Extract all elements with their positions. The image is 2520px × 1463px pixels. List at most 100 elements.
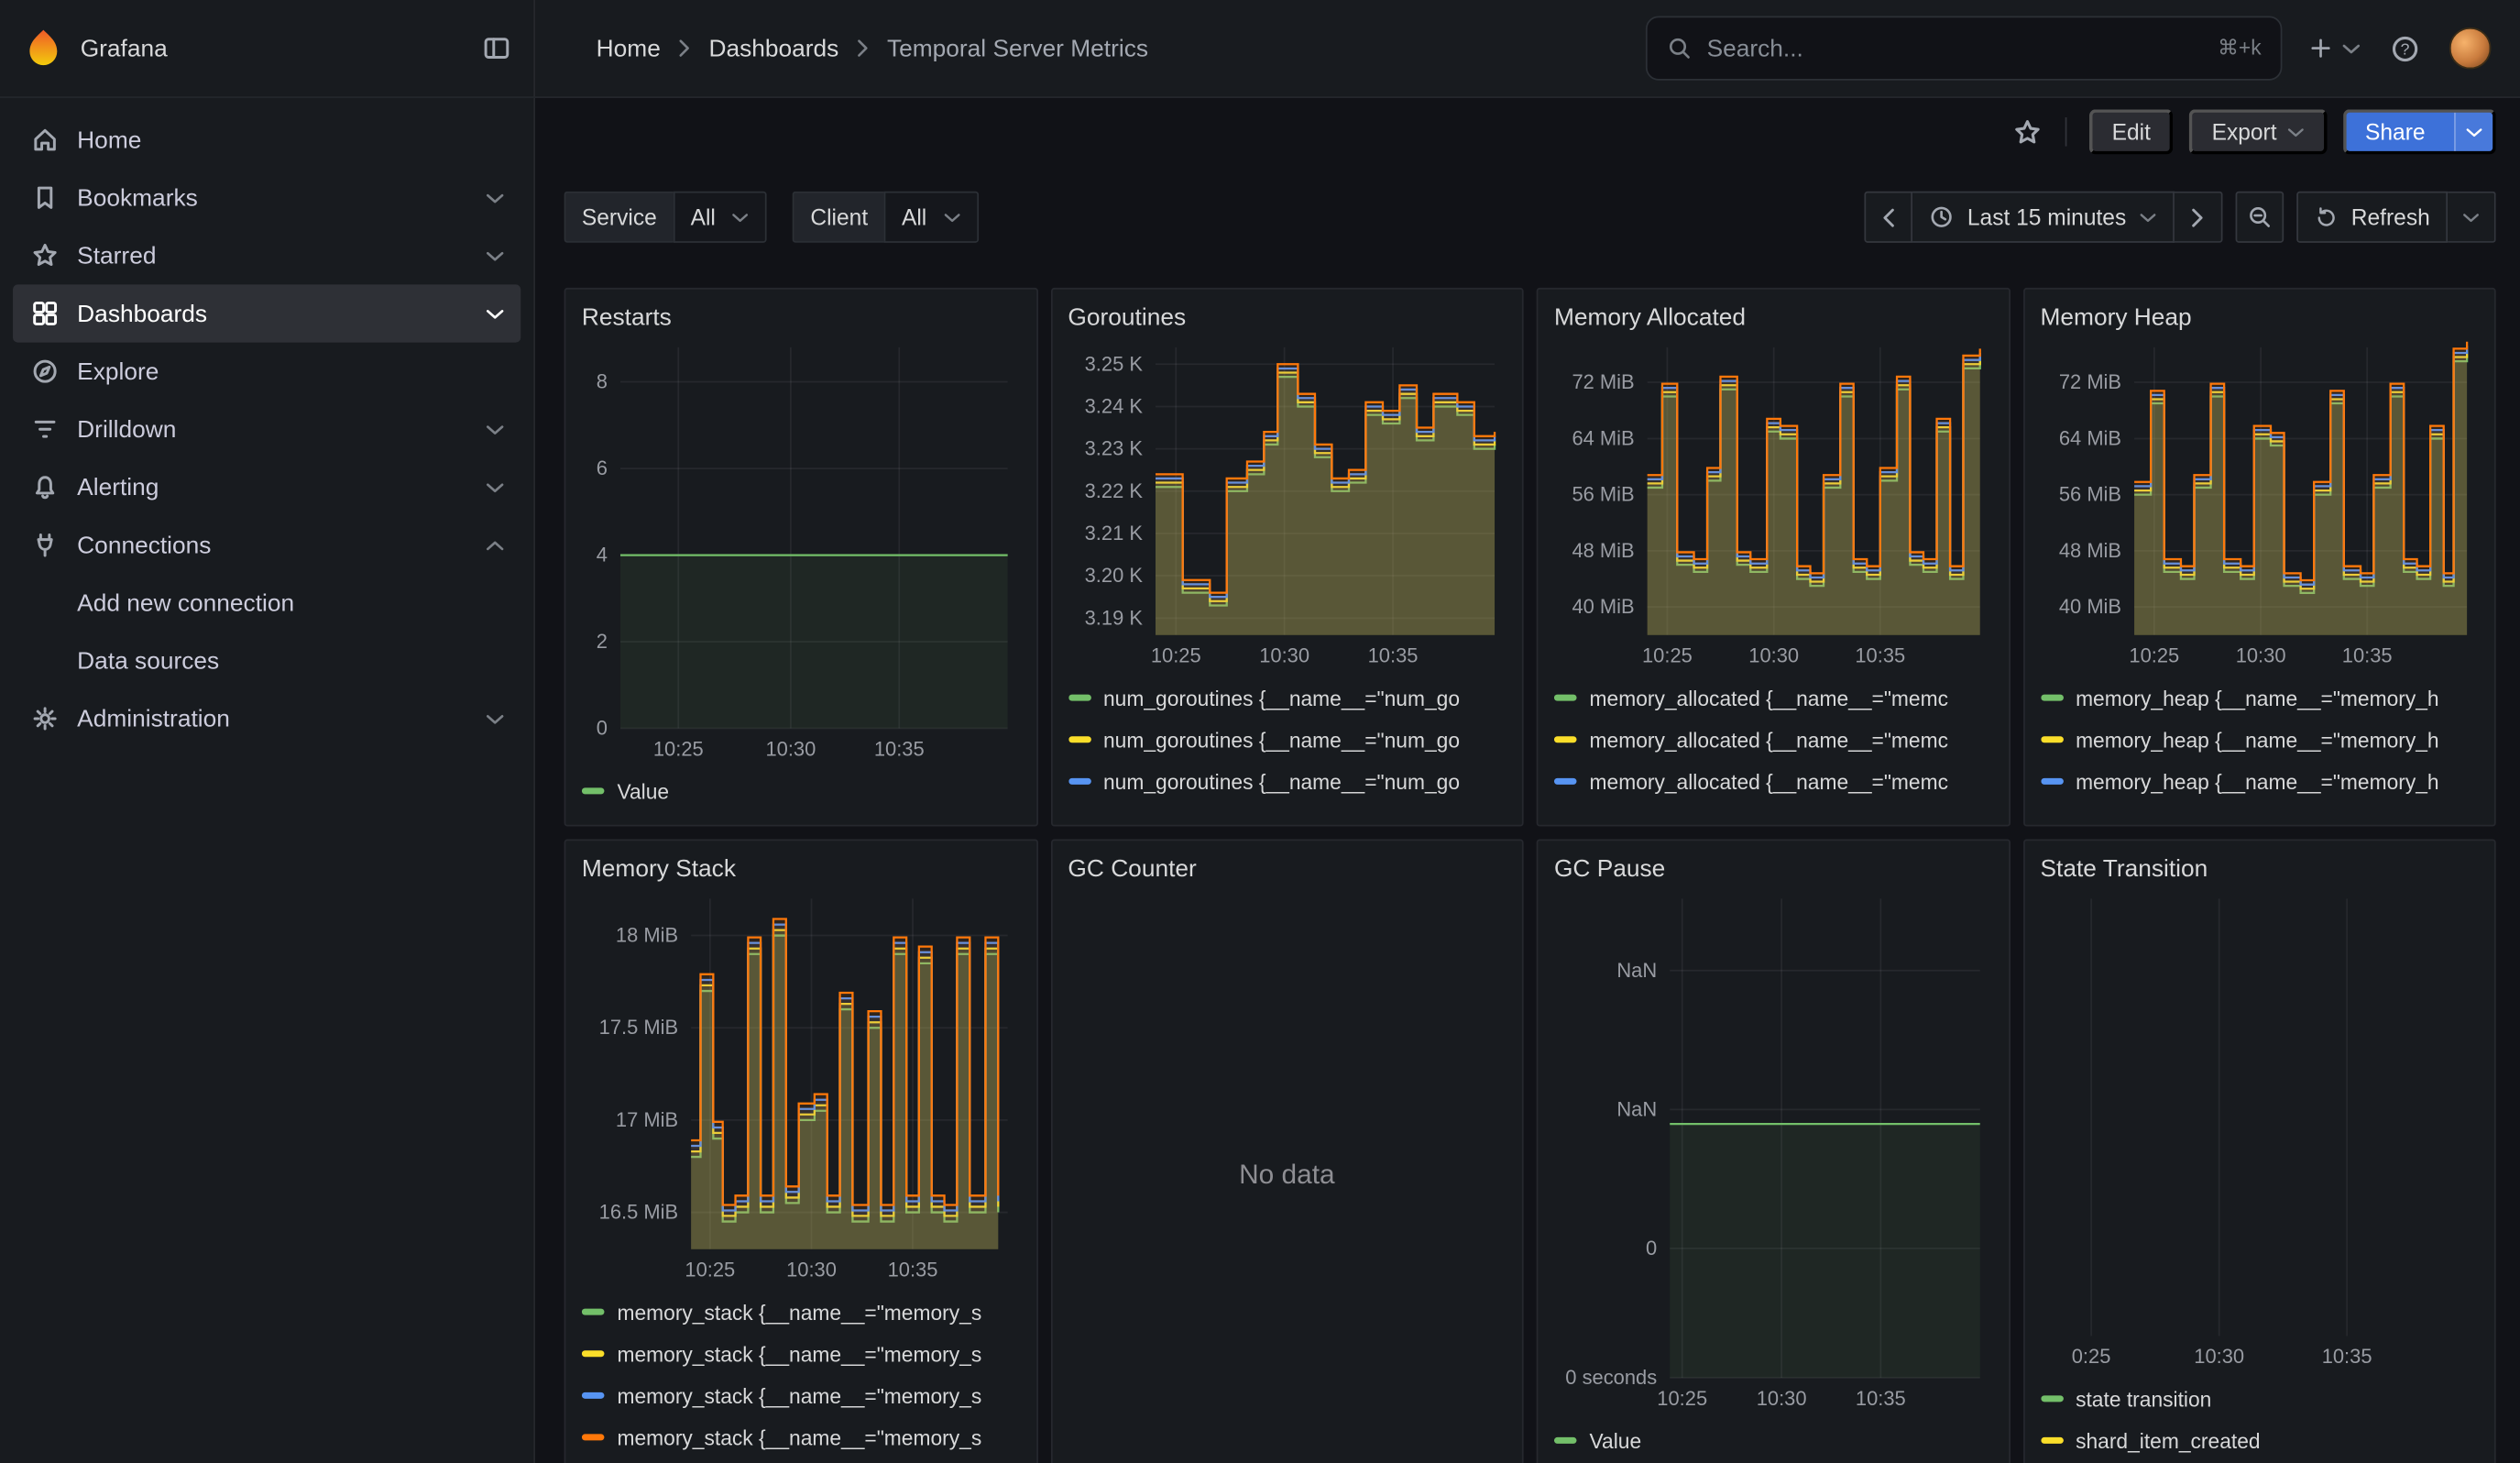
panel-state-transition: State Transition 0:2510:3010:35 state tr… bbox=[2022, 839, 2496, 1463]
refresh-button[interactable]: Refresh bbox=[2296, 192, 2448, 243]
panel-title[interactable]: Memory Stack bbox=[582, 851, 1020, 889]
svg-text:3.22 K: 3.22 K bbox=[1084, 479, 1143, 502]
grafana-logo-icon[interactable] bbox=[23, 28, 65, 70]
search-input[interactable] bbox=[1707, 35, 2204, 62]
panel-title[interactable]: Memory Heap bbox=[2040, 299, 2478, 337]
gc-pause-chart[interactable]: NaNNaN00 seconds10:2510:3010:35 bbox=[1554, 889, 1992, 1414]
user-avatar[interactable] bbox=[2449, 28, 2492, 70]
series-color-swatch bbox=[582, 1350, 605, 1357]
sidebar-item-dashboards[interactable]: Dashboards bbox=[13, 284, 520, 342]
goroutines-chart[interactable]: 3.25 K3.24 K3.23 K3.22 K3.21 K3.20 K3.19… bbox=[1068, 337, 1506, 670]
panel-title[interactable]: Goroutines bbox=[1068, 299, 1506, 337]
series-color-swatch bbox=[2040, 736, 2063, 742]
panel-title[interactable]: GC Counter bbox=[1068, 851, 1506, 889]
memory-stack-chart[interactable]: 18 MiB17.5 MiB17 MiB16.5 MiB10:2510:3010… bbox=[582, 889, 1020, 1284]
sidebar-toggle-icon[interactable] bbox=[482, 34, 511, 63]
legend-item[interactable]: Value bbox=[582, 770, 1020, 812]
legend: Value bbox=[582, 764, 1020, 812]
svg-text:10:25: 10:25 bbox=[1150, 644, 1200, 667]
legend-item[interactable]: memory_heap {__name__="memory_h bbox=[2040, 719, 2478, 761]
export-button[interactable]: Export bbox=[2189, 109, 2327, 154]
sidebar-item-starred[interactable]: Starred bbox=[13, 226, 520, 284]
body-row: Home Bookmarks Starred Dashboards Explor… bbox=[0, 98, 2520, 1463]
memory-allocated-chart[interactable]: 72 MiB64 MiB56 MiB48 MiB40 MiB10:2510:30… bbox=[1554, 337, 1992, 670]
zoom-out-button[interactable] bbox=[2236, 192, 2284, 243]
search-box[interactable]: ⌘+k bbox=[1646, 16, 2283, 81]
legend-item[interactable]: memory_stack {__name__="memory_s bbox=[582, 1375, 1020, 1417]
dashboard-toolbar: Edit Export Share bbox=[535, 98, 2520, 156]
legend-item[interactable]: memory_stack {__name__="memory_s bbox=[582, 1416, 1020, 1458]
legend-item[interactable]: num_goroutines {__name__="num_go bbox=[1068, 761, 1506, 803]
legend-item[interactable]: memory_stack {__name__="memory_s bbox=[582, 1291, 1020, 1333]
svg-text:2: 2 bbox=[597, 630, 608, 653]
sidebar-item-add-new-connection[interactable]: Add new connection bbox=[13, 574, 520, 632]
state-transition-chart[interactable]: 0:2510:3010:35 bbox=[2040, 889, 2478, 1371]
sidebar-item-home[interactable]: Home bbox=[13, 111, 520, 169]
legend-item[interactable]: memory_allocated {__name__="memc bbox=[1554, 719, 1992, 761]
legend-item[interactable]: memory_allocated {__name__="memc bbox=[1554, 802, 1992, 812]
svg-text:10:25: 10:25 bbox=[1642, 644, 1693, 667]
panel-title[interactable]: GC Pause bbox=[1554, 851, 1992, 889]
legend-label: memory_stack {__name__="memory_s bbox=[617, 1342, 981, 1366]
legend-item[interactable]: Value bbox=[1554, 1420, 1992, 1462]
legend-item[interactable]: memory_heap {__name__="memory_h bbox=[2040, 761, 2478, 803]
legend: Value bbox=[1554, 1414, 1992, 1462]
restarts-chart[interactable]: 8642010:2510:3010:35 bbox=[582, 337, 1020, 764]
sidebar-item-data-sources[interactable]: Data sources bbox=[13, 632, 520, 689]
chevron-down-icon bbox=[486, 308, 505, 319]
legend-item[interactable]: state transition bbox=[2040, 1378, 2478, 1420]
chart-svg: 0:2510:3010:35 bbox=[2040, 889, 2479, 1371]
breadcrumb-current-page: Temporal Server Metrics bbox=[887, 35, 1148, 62]
legend-item[interactable]: memory_heap {__name__="memory_h bbox=[2040, 802, 2478, 812]
svg-text:16.5 MiB: 16.5 MiB bbox=[599, 1201, 678, 1224]
svg-text:40 MiB: 40 MiB bbox=[2058, 595, 2120, 618]
nav-left: Grafana bbox=[0, 0, 535, 96]
share-button[interactable]: Share bbox=[2342, 109, 2495, 154]
svg-text:18 MiB: 18 MiB bbox=[616, 924, 678, 947]
legend-item[interactable]: memory_allocated {__name__="memc bbox=[1554, 676, 1992, 719]
sidebar-item-drilldown[interactable]: Drilldown bbox=[13, 401, 520, 458]
legend-item[interactable]: num_goroutines {__name__="num_go bbox=[1068, 802, 1506, 812]
chart-svg: 72 MiB64 MiB56 MiB48 MiB40 MiB10:2510:30… bbox=[1554, 337, 1993, 670]
svg-text:10:25: 10:25 bbox=[1657, 1387, 1707, 1410]
legend-item[interactable]: memory_stack {__name__="memory_s bbox=[582, 1333, 1020, 1375]
legend-label: memory_heap {__name__="memory_h bbox=[2076, 769, 2439, 793]
memory-heap-chart[interactable]: 72 MiB64 MiB56 MiB48 MiB40 MiB10:2510:30… bbox=[2040, 337, 2478, 670]
sidebar-item-connections[interactable]: Connections bbox=[13, 516, 520, 574]
panel-goroutines: Goroutines 3.25 K3.24 K3.23 K3.22 K3.21 … bbox=[1050, 288, 1524, 827]
chevron-down-icon bbox=[943, 212, 960, 223]
sidebar-item-bookmarks[interactable]: Bookmarks bbox=[13, 169, 520, 226]
favorite-star-icon[interactable] bbox=[2012, 116, 2043, 147]
help-icon[interactable]: ? bbox=[2390, 33, 2420, 63]
legend-item[interactable]: memory_heap {__name__="memory_h bbox=[2040, 676, 2478, 719]
edit-button[interactable]: Edit bbox=[2089, 109, 2173, 154]
legend-item[interactable]: num_goroutines {__name__="num_go bbox=[1068, 719, 1506, 761]
panel-title[interactable]: Restarts bbox=[582, 299, 1020, 337]
sidebar-item-alerting[interactable]: Alerting bbox=[13, 458, 520, 516]
legend-item[interactable]: memory_allocated {__name__="memc bbox=[1554, 761, 1992, 803]
breadcrumb-dashboards[interactable]: Dashboards bbox=[708, 35, 838, 62]
time-controls: Last 15 minutes bbox=[1865, 192, 2496, 243]
series-color-swatch bbox=[1068, 736, 1090, 742]
sidebar-item-explore[interactable]: Explore bbox=[13, 343, 520, 401]
sidebar-item-administration[interactable]: Administration bbox=[13, 689, 520, 747]
new-menu-button[interactable] bbox=[2307, 36, 2361, 61]
panel-title[interactable]: Memory Allocated bbox=[1554, 299, 1992, 337]
svg-text:3.20 K: 3.20 K bbox=[1084, 564, 1143, 587]
legend-item[interactable]: num_goroutines {__name__="num_go bbox=[1068, 676, 1506, 719]
time-range-back-button[interactable] bbox=[1865, 192, 1913, 243]
service-variable-control: Service All bbox=[564, 192, 767, 243]
svg-text:10:35: 10:35 bbox=[2341, 644, 2392, 667]
legend-item[interactable]: shard_item_created bbox=[2040, 1420, 2478, 1462]
svg-text:64 MiB: 64 MiB bbox=[1572, 426, 1634, 449]
client-variable-picker[interactable]: All bbox=[884, 192, 979, 243]
breadcrumb-home[interactable]: Home bbox=[597, 35, 661, 62]
time-range-picker-button[interactable]: Last 15 minutes bbox=[1912, 192, 2175, 243]
panel-title[interactable]: State Transition bbox=[2040, 851, 2478, 889]
svg-text:56 MiB: 56 MiB bbox=[2058, 483, 2120, 506]
panel-restarts: Restarts 8642010:2510:3010:35 Value bbox=[564, 288, 1038, 827]
share-dropdown-toggle[interactable] bbox=[2454, 113, 2493, 151]
refresh-interval-dropdown[interactable] bbox=[2448, 192, 2496, 243]
time-range-forward-button[interactable] bbox=[2175, 192, 2223, 243]
service-variable-picker[interactable]: All bbox=[673, 192, 767, 243]
